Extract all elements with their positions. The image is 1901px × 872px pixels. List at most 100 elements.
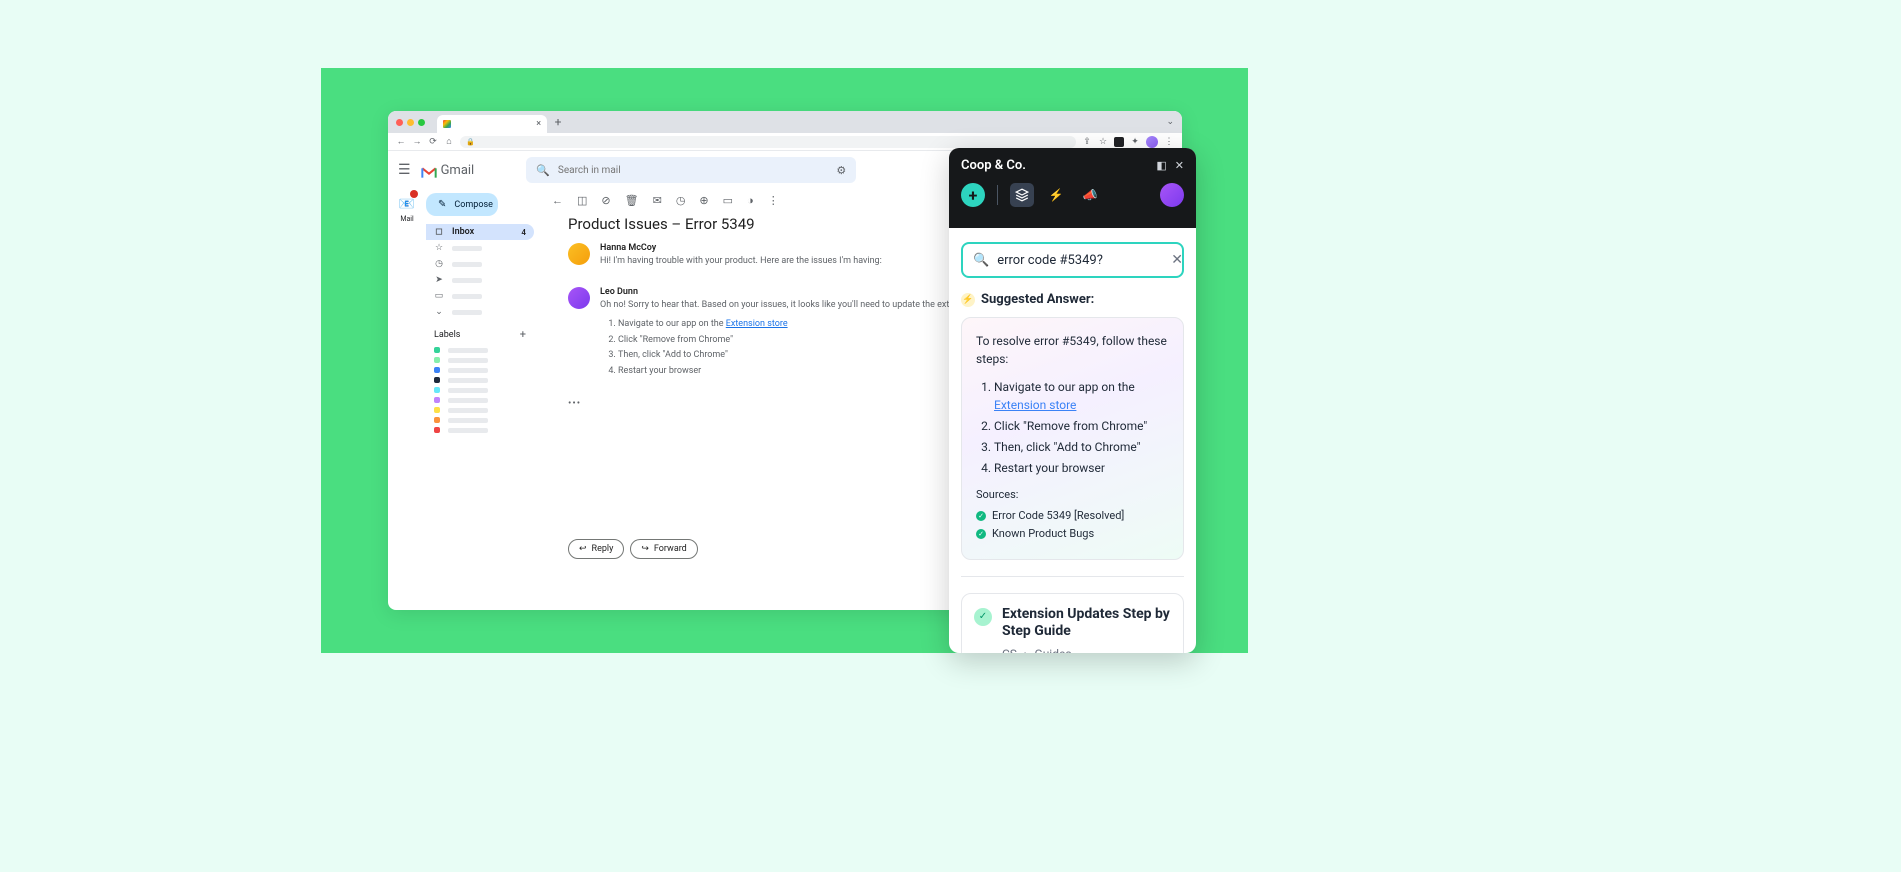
inbox-icon: ◻ [434, 227, 444, 237]
answer-step-4: Restart your browser [994, 459, 1169, 477]
add-task-icon[interactable]: ⊕ [699, 194, 708, 207]
label-item[interactable] [426, 375, 534, 385]
close-tab-icon[interactable]: × [536, 119, 541, 129]
label-item[interactable] [426, 405, 534, 415]
more-actions-icon[interactable]: ⋮ [768, 194, 779, 207]
suggested-header: ⚡ Suggested Answer: [961, 292, 1184, 307]
reply-button[interactable]: ↩Reply [568, 539, 624, 559]
coop-header: Coop & Co. ◧ ✕ + ⚡ 📣 [949, 148, 1196, 228]
coop-panel: Coop & Co. ◧ ✕ + ⚡ 📣 🔍 ✕ ⚡ Suggested Ans… [949, 148, 1196, 653]
label-item[interactable] [426, 365, 534, 375]
clear-search-icon[interactable]: ✕ [1171, 252, 1183, 268]
profile-avatar[interactable] [1146, 136, 1158, 148]
gmail-favicon-icon [443, 120, 451, 128]
avatar [568, 243, 590, 265]
back-to-inbox-icon[interactable]: ← [552, 194, 563, 207]
share-icon[interactable]: ⇪ [1082, 137, 1092, 147]
extensions-puzzle-icon[interactable]: ✦ [1130, 137, 1140, 147]
extension-icon[interactable] [1114, 137, 1124, 147]
extension-store-link[interactable]: Extension store [726, 319, 788, 329]
reload-button[interactable]: ⟳ [428, 137, 438, 147]
label-color-icon [434, 347, 440, 353]
guide-breadcrumb: CS › Guides [1002, 647, 1171, 654]
search-input[interactable] [558, 165, 828, 176]
label-item[interactable] [426, 385, 534, 395]
main-menu-icon[interactable]: ☰ [398, 162, 411, 178]
reply-icon: ↩ [579, 544, 587, 554]
chrome-tab-strip: × + ⌄ [388, 111, 1182, 133]
stack-tab[interactable] [1010, 183, 1034, 207]
search-bar[interactable]: 🔍 ⚙ [526, 157, 856, 183]
label-color-icon [434, 397, 440, 403]
nav-snoozed[interactable]: ◷ [426, 256, 534, 272]
labels-icon[interactable]: ◑ [747, 194, 754, 207]
answer-intro: To resolve error #5349, follow these ste… [976, 332, 1169, 368]
close-panel-icon[interactable]: ✕ [1175, 159, 1184, 172]
close-window-icon[interactable] [396, 119, 403, 126]
minimize-window-icon[interactable] [407, 119, 414, 126]
gmail-m-icon [421, 164, 437, 176]
delete-icon[interactable]: 🗑 [625, 194, 639, 207]
new-tab-button[interactable]: + [551, 115, 565, 129]
label-item[interactable] [426, 425, 534, 435]
label-color-icon [434, 407, 440, 413]
snooze-icon[interactable]: ◷ [676, 194, 686, 207]
forward-button[interactable]: ↪Forward [630, 539, 697, 559]
avatar [568, 287, 590, 309]
browser-menu-icon[interactable]: ⋮ [1164, 137, 1174, 147]
maximize-window-icon[interactable] [418, 119, 425, 126]
browser-tab[interactable]: × [437, 115, 547, 133]
home-button[interactable]: ⌂ [444, 137, 454, 147]
inbox-count: 4 [521, 228, 526, 237]
mail-badge [410, 190, 418, 198]
coop-search-bar[interactable]: 🔍 ✕ [961, 242, 1184, 278]
nav-drafts[interactable]: ▭ [426, 288, 534, 304]
archive-icon[interactable]: ◫ [577, 194, 587, 207]
label-item[interactable] [426, 415, 534, 425]
url-bar[interactable]: 🔒 [460, 136, 1076, 148]
lock-icon: 🔒 [466, 138, 475, 146]
rail-mail-button[interactable]: 📧 [399, 193, 415, 212]
divider [997, 185, 998, 205]
nav-more[interactable]: ⌄ [426, 304, 534, 320]
compose-label: Compose [454, 200, 493, 210]
forward-button[interactable]: → [412, 137, 422, 147]
dock-icon[interactable]: ◧ [1156, 159, 1166, 172]
nav-inbox[interactable]: ◻ Inbox 4 [426, 224, 534, 240]
mail-icon: 📧 [399, 197, 415, 212]
gmail-wordmark: Gmail [441, 163, 475, 178]
new-action-button[interactable]: + [961, 183, 985, 207]
guide-card[interactable]: ✓ Extension Updates Step by Step Guide C… [961, 593, 1184, 654]
gmail-logo[interactable]: Gmail [421, 163, 475, 178]
back-button[interactable]: ← [396, 137, 406, 147]
label-item[interactable] [426, 355, 534, 365]
labels-header: Labels + [426, 324, 534, 345]
bolt-tab[interactable]: ⚡ [1044, 183, 1068, 207]
move-to-icon[interactable]: ▭ [723, 194, 733, 207]
source-item[interactable]: ✓Error Code 5349 [Resolved] [976, 508, 1169, 525]
label-color-icon [434, 377, 440, 383]
draft-icon: ▭ [434, 291, 444, 301]
label-item[interactable] [426, 395, 534, 405]
tabs-overflow-icon[interactable]: ⌄ [1166, 117, 1174, 127]
nav-sent[interactable]: ➤ [426, 272, 534, 288]
announce-tab[interactable]: 📣 [1078, 183, 1102, 207]
bookmark-icon[interactable]: ☆ [1098, 137, 1108, 147]
sent-icon: ➤ [434, 275, 444, 285]
mark-unread-icon[interactable]: ✉ [653, 194, 662, 207]
check-icon: ✓ [974, 608, 992, 626]
coop-search-input[interactable] [997, 253, 1163, 268]
user-avatar[interactable] [1160, 183, 1184, 207]
extension-store-link[interactable]: Extension store [994, 398, 1076, 412]
nav-starred[interactable]: ☆ [426, 240, 534, 256]
source-item[interactable]: ✓Known Product Bugs [976, 526, 1169, 543]
window-controls[interactable] [396, 119, 425, 126]
compose-button[interactable]: ✎ Compose [426, 193, 498, 216]
coop-title: Coop & Co. [961, 158, 1026, 173]
search-filter-icon[interactable]: ⚙ [836, 164, 846, 177]
add-label-button[interactable]: + [520, 328, 526, 341]
report-spam-icon[interactable]: ⊘ [601, 194, 610, 207]
labels-title: Labels [434, 330, 460, 340]
label-item[interactable] [426, 345, 534, 355]
suggested-label: Suggested Answer: [981, 292, 1094, 307]
